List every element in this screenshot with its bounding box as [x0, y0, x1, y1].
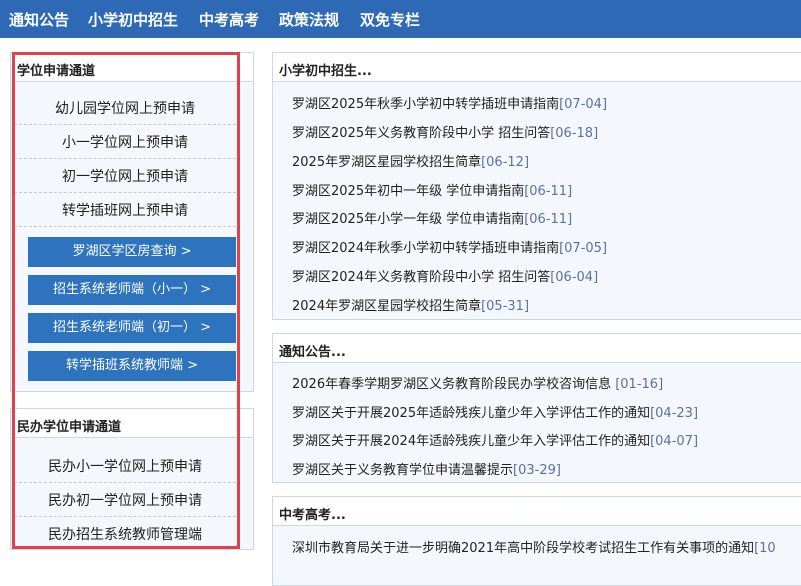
news-item[interactable]: 2024年罗湖区星园学校招生简章[05-31]	[292, 295, 529, 314]
news-item[interactable]: 罗湖区2025年义务教育阶段中小学 招生问答[06-18]	[292, 122, 598, 141]
section-title: 通知公告...	[279, 345, 346, 360]
section-title: 小学初中招生...	[279, 64, 372, 79]
notice-item[interactable]: 罗湖区关于开展2024年适龄残疾儿童少年入学评估工作的通知[04-07]	[292, 430, 698, 449]
notice-item[interactable]: 罗湖区关于义务教育学位申请温馨提示[03-29]	[292, 459, 561, 478]
nav-item-notices[interactable]: 通知公告	[9, 9, 69, 30]
news-item[interactable]: 罗湖区2024年义务教育阶段中小学 招生问答[06-04]	[292, 266, 598, 285]
panel-header: 中考高考...	[273, 497, 801, 526]
news-item[interactable]: 罗湖区2025年秋季小学初中转学插班申请指南[07-04]	[292, 93, 607, 112]
news-item[interactable]: 罗湖区2024年秋季小学初中转学插班申请指南[07-05]	[292, 237, 607, 256]
news-item[interactable]: 罗湖区2025年初中一年级 学位申请指南[06-11]	[292, 180, 572, 199]
panel-header: 小学初中招生...	[273, 53, 801, 82]
nav-item-policies[interactable]: 政策法规	[279, 9, 339, 30]
nav-item-double-waiver[interactable]: 双免专栏	[360, 9, 420, 30]
exam-news-item[interactable]: 深圳市教育局关于进一步明确2021年高中阶段学校考试招生工作有关事项的通知[10	[292, 537, 776, 556]
highlight-box	[12, 52, 240, 549]
news-item[interactable]: 罗湖区2025年小学一年级 学位申请指南[06-11]	[292, 208, 572, 227]
section-title: 中考高考...	[279, 508, 346, 523]
news-item[interactable]: 2025年罗湖区星园学校招生简章[06-12]	[292, 151, 529, 170]
top-nav-bar: 通知公告 小学初中招生 中考高考 政策法规 双免专栏	[0, 0, 801, 38]
nav-item-primary-middle-enrollment[interactable]: 小学初中招生	[88, 9, 178, 30]
nav-item-exams[interactable]: 中考高考	[199, 9, 259, 30]
panel-header: 通知公告...	[273, 334, 801, 363]
notice-item[interactable]: 2026年春季学期罗湖区义务教育阶段民办学校咨询信息 [01-16]	[292, 373, 663, 392]
notice-item[interactable]: 罗湖区关于开展2025年适龄残疾儿童少年入学评估工作的通知[04-23]	[292, 402, 698, 421]
